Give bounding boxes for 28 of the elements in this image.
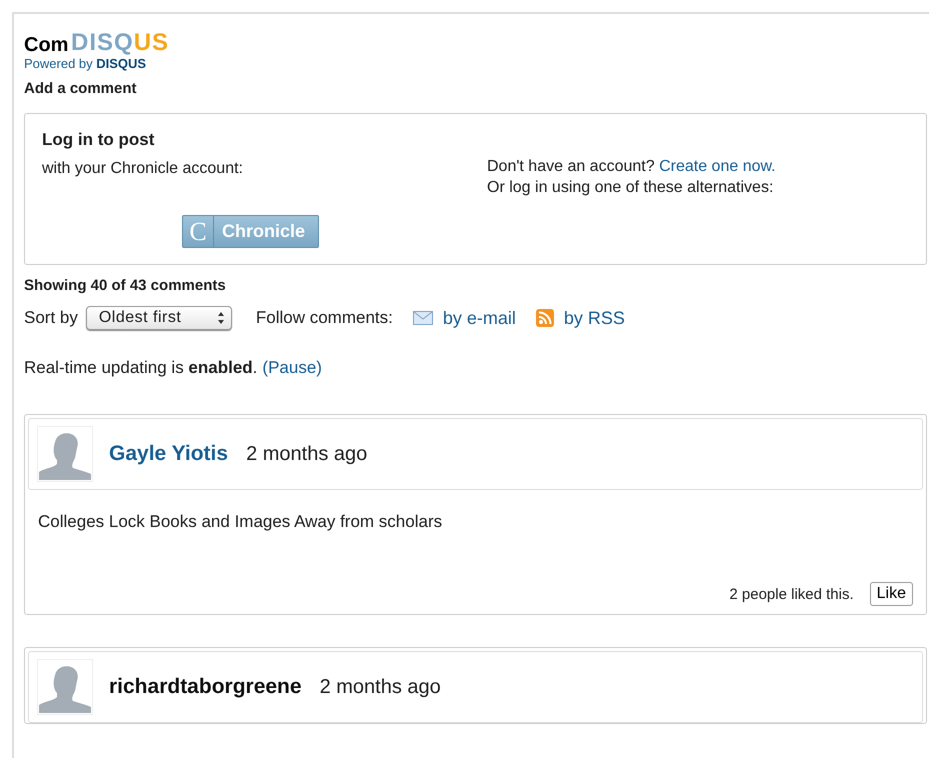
author-name: richardtaborgreene bbox=[109, 675, 302, 699]
alternatives-text: Or log in using one of these alternatives: bbox=[487, 178, 774, 198]
envelope-icon bbox=[412, 311, 433, 325]
sort-dropdown[interactable]: Oldest first bbox=[86, 306, 232, 330]
realtime-status: Real-time updating is enabled. bbox=[24, 358, 258, 378]
follow-label: Follow comments: bbox=[256, 308, 393, 328]
rss-link[interactable]: by RSS bbox=[536, 308, 625, 328]
rss-icon bbox=[536, 309, 554, 327]
login-title: Log in to post bbox=[42, 130, 156, 150]
no-account-text: Don't have an account? bbox=[487, 158, 655, 175]
avatar-icon bbox=[39, 661, 91, 713]
section-title: Com bbox=[24, 34, 68, 57]
comment-text: Colleges Lock Books and Images Away from scholars bbox=[37, 511, 444, 533]
dropdown-arrows-icon bbox=[216, 311, 225, 325]
author-link[interactable]: Gayle Yiotis bbox=[109, 442, 228, 466]
email-link[interactable]: by e-mail bbox=[412, 308, 516, 328]
like-button[interactable]: Like bbox=[870, 582, 913, 606]
pause-link[interactable]: (Pause) bbox=[262, 358, 322, 378]
powered-by-link[interactable]: Powered by DISQUS bbox=[24, 56, 146, 71]
comment-time: 2 months ago bbox=[320, 676, 441, 698]
comment-count: Showing 40 of 43 comments bbox=[24, 277, 227, 294]
login-instruction: with your Chronicle account: bbox=[42, 159, 244, 179]
sort-label: Sort by bbox=[24, 308, 78, 328]
create-account-link[interactable]: Create one now. bbox=[659, 158, 776, 175]
likes-count: 2 people liked this. bbox=[729, 586, 854, 602]
add-comment-heading: Add a comment bbox=[24, 80, 138, 97]
avatar-icon bbox=[39, 428, 91, 480]
comment-time: 2 months ago bbox=[246, 442, 368, 466]
